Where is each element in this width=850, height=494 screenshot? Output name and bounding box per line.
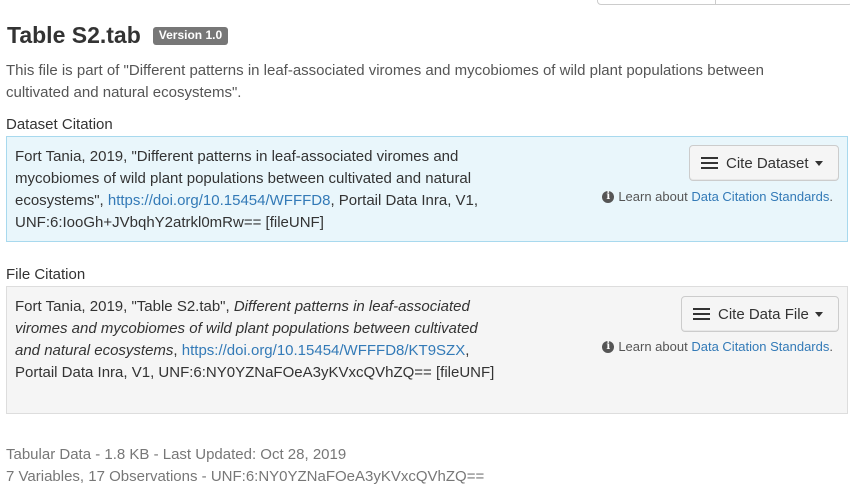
caret-down-icon — [814, 160, 823, 166]
button-group-divider — [715, 0, 716, 4]
info-icon: i — [602, 340, 615, 353]
file-meta-line-2: 7 Variables, 17 Observations - UNF:6:NY0… — [6, 468, 485, 485]
learn-suffix: . — [829, 339, 833, 354]
file-citation-label: File Citation — [6, 266, 86, 283]
cite-dataset-label: Cite Dataset — [726, 154, 809, 172]
list-icon — [693, 305, 710, 323]
learn-prefix: Learn about — [618, 339, 688, 354]
info-icon: i — [602, 190, 615, 203]
cite-data-file-button[interactable]: Cite Data File — [681, 296, 839, 332]
cite-dataset-button[interactable]: Cite Dataset — [689, 145, 839, 181]
learn-suffix: . — [829, 189, 833, 204]
cite-data-file-label: Cite Data File — [718, 305, 809, 323]
learn-citation-standards: i Learn about Data Citation Standards. — [602, 189, 833, 204]
version-badge: Version 1.0 — [152, 26, 229, 45]
list-icon — [701, 154, 718, 172]
file-citation-comma: , — [173, 342, 182, 359]
learn-prefix: Learn about — [618, 189, 688, 204]
file-citation-text: Fort Tania, 2019, "Table S2.tab", Differ… — [15, 296, 495, 384]
file-doi-link[interactable]: https://doi.org/10.15454/WFFFD8/KT9SZX — [182, 342, 465, 359]
file-citation-box: Fort Tania, 2019, "Table S2.tab", Differ… — [6, 286, 848, 414]
title-row: Table S2.tab Version 1.0 — [7, 22, 229, 49]
file-meta-line-1: Tabular Data - 1.8 KB - Last Updated: Oc… — [6, 446, 347, 463]
citation-standards-link[interactable]: Data Citation Standards — [691, 189, 829, 204]
caret-down-icon — [814, 311, 823, 317]
file-citation-prefix: Fort Tania, 2019, "Table S2.tab", — [15, 298, 234, 315]
dataset-citation-label: Dataset Citation — [6, 116, 113, 133]
citation-standards-link[interactable]: Data Citation Standards — [691, 339, 829, 354]
dataset-citation-box: Fort Tania, 2019, "Different patterns in… — [6, 136, 848, 242]
page-title: Table S2.tab — [7, 22, 141, 48]
dataset-citation-text: Fort Tania, 2019, "Different patterns in… — [15, 146, 495, 234]
learn-citation-standards: i Learn about Data Citation Standards. — [602, 339, 833, 354]
top-button-group[interactable] — [597, 0, 850, 5]
dataset-doi-link[interactable]: https://doi.org/10.15454/WFFFD8 — [108, 192, 331, 209]
file-description: This file is part of "Different patterns… — [6, 62, 764, 101]
